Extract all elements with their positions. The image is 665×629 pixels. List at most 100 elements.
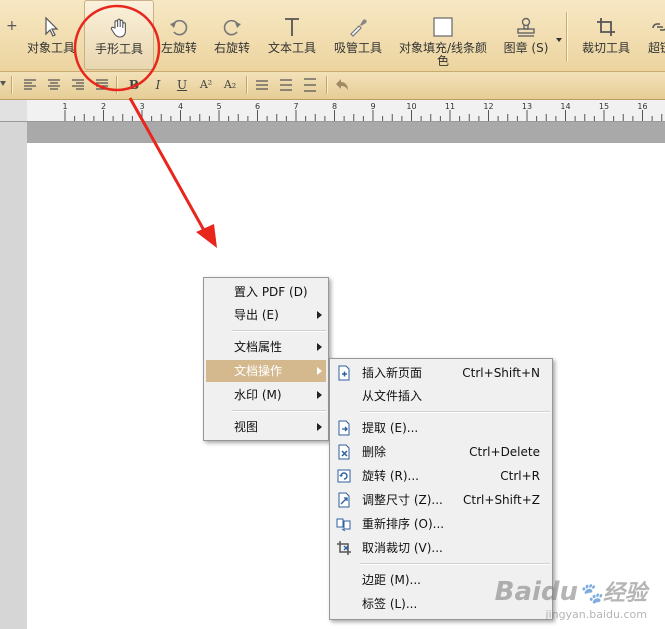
stamp-dropdown-icon[interactable] [556,38,562,42]
submenu-item-label: 提取 (E)... [362,421,419,435]
submenu-item-resize[interactable]: 调整尺寸 (Z)... Ctrl+Shift+Z [332,489,550,511]
bold-button[interactable]: B [124,76,144,94]
eyedropper-icon [347,16,369,38]
submenu-item-extract[interactable]: 提取 (E)... [332,417,550,439]
menu-item-view[interactable]: 视图 [206,416,326,438]
shortcut-text: Ctrl+Delete [469,445,540,459]
submenu-item-label: 从文件插入 [362,389,423,403]
object-tool-button[interactable]: 对象工具 [22,0,80,68]
stamp-tool-label: 图章 (S) [503,41,549,55]
fill-color-button[interactable]: 对象填充/线条颜色 [394,0,492,68]
text-tool-label: 文本工具 [267,41,316,55]
menu-separator [360,411,550,413]
line-spacing-medium-button[interactable] [276,76,296,94]
crop-icon [595,16,617,38]
shortcut-text: Ctrl+Shift+Z [463,493,540,507]
justify-icon [96,79,108,90]
menu-item-watermark[interactable]: 水印 (M) [206,384,326,406]
ruler-number: 10 [406,102,416,111]
context-menu: 置入 PDF (D) 导出 (E) 文档属性 文档操作 水印 (M) 视图 [203,277,329,441]
left-gutter [0,122,27,629]
ruler-number: 15 [599,102,609,111]
paw-icon: 🐾 [578,581,603,605]
submenu-item-label: 插入新页面 [362,366,423,380]
fill-color-label: 对象填充/线条颜色 [398,41,488,68]
menu-item-label: 文档属性 [234,340,283,354]
menu-item-place-pdf[interactable]: 置入 PDF (D) [206,281,326,303]
menu-item-label: 置入 PDF (D) [234,285,308,299]
rotate-page-icon [336,468,352,484]
align-right-icon [72,79,84,90]
ruler-number: 6 [255,102,260,111]
baidu-watermark: Baidu🐾经验 jingyan.baidu.com [495,578,647,621]
menu-item-document-operations[interactable]: 文档操作 [206,360,326,382]
submenu-arrow-icon [317,423,322,431]
eyedropper-tool-button[interactable]: 吸管工具 [328,0,388,68]
align-left-icon [24,79,36,90]
link-tool-button[interactable]: 超链 [640,0,665,68]
submenu-item-label: 取消裁切 (V)... [362,541,443,555]
ruler-number: 7 [293,102,298,111]
ruler-number: 8 [332,102,337,111]
menu-separator [232,330,326,332]
crop-tool-label: 裁切工具 [581,41,630,55]
justify-button[interactable] [92,76,112,94]
eyedropper-tool-label: 吸管工具 [333,41,382,55]
menu-separator [232,410,326,412]
menu-item-document-properties[interactable]: 文档属性 [206,336,326,358]
rotate-left-button[interactable]: 左旋转 [156,0,202,68]
object-tool-label: 对象工具 [26,41,75,55]
menu-item-label: 导出 (E) [234,308,279,322]
submenu-item-uncrop[interactable]: 取消裁切 (V)... [332,537,550,559]
undo-arrow-icon [336,79,348,90]
add-icon[interactable]: + [6,18,18,34]
submenu-arrow-icon [317,343,322,351]
line-spacing-single-button[interactable] [252,76,272,94]
shortcut-text: Ctrl+R [500,469,540,483]
extract-page-icon [336,420,352,436]
subscript-button[interactable]: A₂ [220,76,240,94]
submenu-item-insert-from-file[interactable]: 从文件插入 [332,385,550,407]
rotate-left-icon [168,16,190,38]
watermark-brand: Baidu [494,577,579,607]
ruler-number: 4 [178,102,183,111]
ruler-number: 2 [101,102,106,111]
menu-item-export[interactable]: 导出 (E) [206,304,326,326]
ruler-corner [0,100,27,122]
toolbar-separator [566,12,567,62]
underline-button[interactable]: U [172,76,192,94]
align-center-button[interactable] [44,76,64,94]
submenu-item-delete[interactable]: 删除 Ctrl+Delete [332,441,550,463]
crop-tool-button[interactable]: 裁切工具 [576,0,636,68]
undo-button[interactable] [332,76,352,94]
submenu-arrow-icon [317,391,322,399]
chevron-down-icon[interactable] [0,81,6,86]
ruler-number: 13 [522,102,532,111]
ruler-number: 9 [370,102,375,111]
ruler-ticks: 1 2 3 4 5 6 7 8 9 10 11 12 13 14 15 16 [62,102,663,121]
align-left-button[interactable] [20,76,40,94]
watermark-suffix: 经验 [602,581,647,606]
color-box-icon [432,16,454,38]
line-spacing-double-button[interactable] [300,76,320,94]
ruler-number: 16 [637,102,647,111]
submenu-item-label: 标签 (L)... [362,597,418,611]
align-right-button[interactable] [68,76,88,94]
superscript-button[interactable]: A² [196,76,216,94]
hand-tool-button[interactable]: 手形工具 [84,0,154,70]
submenu-item-label: 旋转 (R)... [362,469,419,483]
italic-button[interactable]: I [148,76,168,94]
submenu-arrow-icon [317,311,322,319]
rotate-right-label: 右旋转 [213,41,250,55]
hand-icon [108,17,130,39]
submenu-item-insert-page[interactable]: 插入新页面 Ctrl+Shift+N [332,362,550,384]
horizontal-ruler[interactable]: 1 2 3 4 5 6 7 8 9 10 11 12 13 14 15 16 [27,100,665,122]
submenu-item-reorder[interactable]: 重新排序 (O)... [332,513,550,535]
text-tool-button[interactable]: 文本工具 [262,0,322,68]
ruler-number: 12 [483,102,493,111]
stamp-tool-button[interactable]: 图章 (S) [498,0,554,68]
rotate-right-button[interactable]: 右旋转 [208,0,256,68]
menu-item-label: 水印 (M) [234,388,282,402]
format-separator [326,76,327,94]
submenu-item-rotate[interactable]: 旋转 (R)... Ctrl+R [332,465,550,487]
